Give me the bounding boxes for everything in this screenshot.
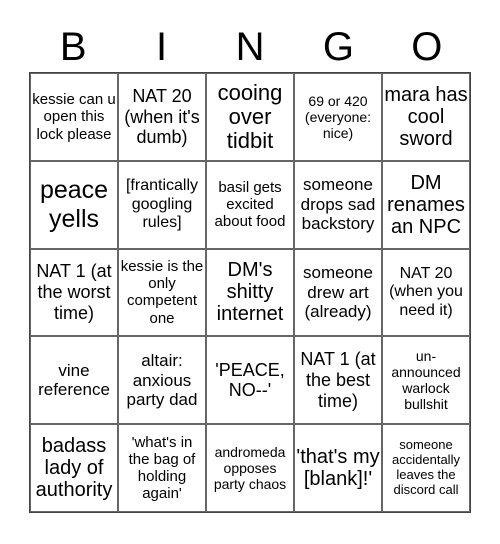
header-letter-o: O bbox=[411, 25, 443, 69]
bingo-cell[interactable]: vine reference bbox=[30, 336, 118, 425]
bingo-cell[interactable]: someone accidentally leaves the discord … bbox=[382, 424, 470, 512]
bingo-cell[interactable]: badass lady of authority bbox=[30, 424, 118, 512]
bingo-cell[interactable]: NAT 20 (when you need it) bbox=[382, 248, 470, 337]
bingo-cell[interactable]: 'what's in the bag of holding again' bbox=[118, 424, 206, 512]
bingo-cell[interactable]: someone drew art (already) bbox=[294, 248, 382, 337]
header-letter-i: I bbox=[156, 25, 168, 69]
bingo-cell[interactable]: 'that's my [blank]!' bbox=[294, 424, 382, 512]
bingo-cell[interactable]: cooing over tidbit bbox=[206, 73, 294, 161]
bingo-cell[interactable]: peace yells bbox=[30, 160, 118, 249]
bingo-cell[interactable]: NAT 1 (at the worst time) bbox=[30, 248, 118, 337]
bingo-cell[interactable]: andromeda opposes party chaos bbox=[206, 424, 294, 512]
bingo-card: kessie can u open this lock please NAT 2… bbox=[29, 72, 471, 513]
header-letter-n: N bbox=[235, 25, 265, 69]
bingo-cell[interactable]: mara has cool sword bbox=[382, 73, 470, 161]
bingo-cell[interactable]: NAT 1 (at the best time) bbox=[294, 336, 382, 425]
bingo-cell[interactable]: [frantically googling rules] bbox=[118, 160, 206, 249]
bingo-cell[interactable]: DM's shitty internet bbox=[206, 248, 294, 337]
bingo-cell[interactable]: kessie is the only competent one bbox=[118, 248, 206, 337]
bingo-cell[interactable]: 'PEACE, NO--' bbox=[206, 336, 294, 425]
header-letter-g: G bbox=[322, 25, 354, 69]
header-letter-b: B bbox=[59, 25, 87, 69]
bingo-cell[interactable]: un-announced warlock bullshit bbox=[382, 336, 470, 425]
bingo-cell[interactable]: DM renames an NPC bbox=[382, 160, 470, 249]
bingo-cell[interactable]: 69 or 420 (everyone: nice) bbox=[294, 73, 382, 161]
bingo-cell[interactable]: someone drops sad backstory bbox=[294, 160, 382, 249]
bingo-cell[interactable]: altair: anxious party dad bbox=[118, 336, 206, 425]
bingo-cell[interactable]: kessie can u open this lock please bbox=[30, 73, 118, 161]
bingo-cell[interactable]: NAT 20 (when it's dumb) bbox=[118, 73, 206, 161]
bingo-cell[interactable]: basil gets excited about food bbox=[206, 160, 294, 249]
bingo-header: B I N G O bbox=[29, 22, 471, 72]
